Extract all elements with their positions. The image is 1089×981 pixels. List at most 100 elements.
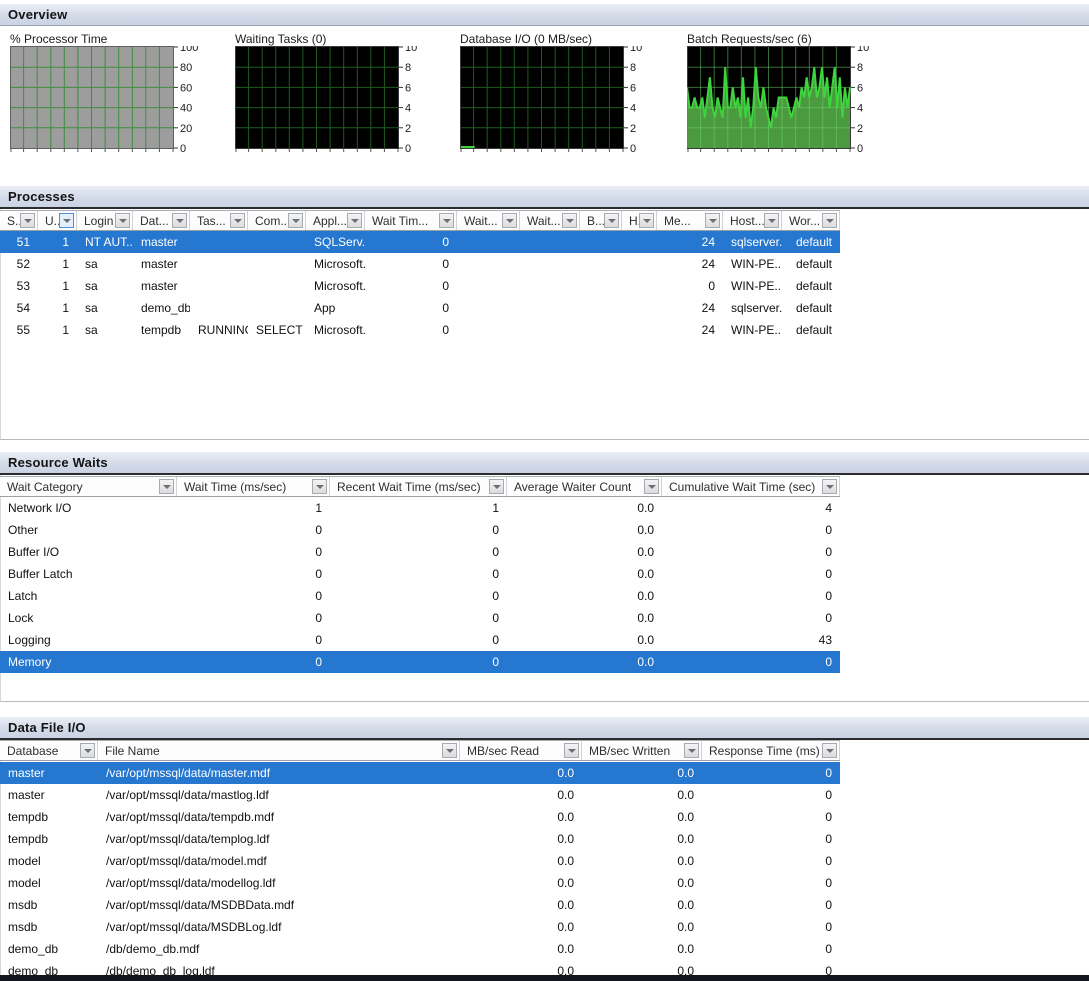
filter-button[interactable]	[288, 213, 303, 228]
table-row[interactable]: Memory000.00	[0, 651, 840, 673]
chevron-down-icon	[176, 219, 184, 223]
table-row[interactable]: master/var/opt/mssql/data/master.mdf0.00…	[0, 762, 840, 784]
filter-button[interactable]	[442, 743, 457, 758]
filter-button[interactable]	[639, 213, 654, 228]
filter-button[interactable]	[347, 213, 362, 228]
section-header-resource-waits[interactable]: Resource Waits	[0, 452, 1089, 475]
filter-button[interactable]	[489, 479, 504, 494]
filter-button[interactable]	[59, 213, 74, 228]
column-header[interactable]: Cumulative Wait Time (sec)	[662, 477, 840, 496]
column-header[interactable]: Tas...	[190, 211, 248, 230]
column-header-label: Cumulative Wait Time (sec)	[669, 480, 815, 494]
table-row[interactable]: 511NT AUT...masterSQLServ...024sqlserver…	[0, 231, 840, 253]
table-cell: 0	[330, 607, 507, 629]
table-row[interactable]: Other000.00	[0, 519, 840, 541]
filter-button[interactable]	[684, 743, 699, 758]
filter-button[interactable]	[20, 213, 35, 228]
table-cell	[622, 275, 657, 297]
filter-button[interactable]	[644, 479, 659, 494]
column-header[interactable]: U..	[38, 211, 77, 230]
table-row[interactable]: msdb/var/opt/mssql/data/MSDBData.mdf0.00…	[0, 894, 840, 916]
filter-button[interactable]	[564, 743, 579, 758]
filter-button[interactable]	[230, 213, 245, 228]
table-cell: WIN-PE...	[723, 319, 782, 341]
column-header-label: Average Waiter Count	[514, 480, 631, 494]
filter-button[interactable]	[562, 213, 577, 228]
svg-text:0: 0	[857, 143, 863, 155]
table-cell: 4	[662, 497, 840, 519]
column-header[interactable]: Wait...	[457, 211, 520, 230]
table-row[interactable]: Lock000.00	[0, 607, 840, 629]
resource-waits-table: Network I/O110.04Other000.00Buffer I/O00…	[0, 497, 840, 673]
filter-button[interactable]	[822, 213, 837, 228]
table-row[interactable]: Latch000.00	[0, 585, 840, 607]
filter-button[interactable]	[312, 479, 327, 494]
filter-button[interactable]	[159, 479, 174, 494]
column-header[interactable]: Wait Category	[0, 477, 177, 496]
column-header[interactable]: H..	[622, 211, 657, 230]
table-row[interactable]: master/var/opt/mssql/data/mastlog.ldf0.0…	[0, 784, 840, 806]
column-header[interactable]: Me...	[657, 211, 723, 230]
column-header[interactable]: Dat...	[133, 211, 190, 230]
column-header[interactable]: Appl...	[306, 211, 365, 230]
table-row[interactable]: Network I/O110.04	[0, 497, 840, 519]
filter-button[interactable]	[172, 213, 187, 228]
filter-button[interactable]	[705, 213, 720, 228]
filter-button[interactable]	[764, 213, 779, 228]
section-header-processes[interactable]: Processes	[0, 186, 1089, 209]
filter-button[interactable]	[439, 213, 454, 228]
table-row[interactable]: 531samasterMicrosoft...00WIN-PE...defaul…	[0, 275, 840, 297]
column-header[interactable]: Host...	[723, 211, 782, 230]
filter-button[interactable]	[822, 743, 837, 758]
column-header[interactable]: Database	[0, 741, 98, 760]
table-cell: 0.0	[507, 651, 662, 673]
column-header[interactable]: Wait...	[520, 211, 580, 230]
filter-button[interactable]	[822, 479, 837, 494]
table-row[interactable]: Buffer I/O000.00	[0, 541, 840, 563]
section-header-overview[interactable]: Overview	[0, 4, 1089, 26]
table-row[interactable]: msdb/var/opt/mssql/data/MSDBLog.ldf0.00.…	[0, 916, 840, 938]
column-header[interactable]: Wor...	[782, 211, 840, 230]
table-row[interactable]: 521samasterMicrosoft...024WIN-PE...defau…	[0, 253, 840, 275]
table-row[interactable]: demo_db/db/demo_db.mdf0.00.00	[0, 938, 840, 960]
table-cell: WIN-PE...	[723, 275, 782, 297]
column-header[interactable]: MB/sec Read	[460, 741, 582, 760]
table-row[interactable]: tempdb/var/opt/mssql/data/tempdb.mdf0.00…	[0, 806, 840, 828]
svg-text:2: 2	[405, 123, 411, 135]
table-row[interactable]: model/var/opt/mssql/data/modellog.ldf0.0…	[0, 872, 840, 894]
filter-button[interactable]	[80, 743, 95, 758]
table-cell: 0	[330, 563, 507, 585]
column-header[interactable]: Response Time (ms)	[702, 741, 840, 760]
processes-table: 511NT AUT...masterSQLServ...024sqlserver…	[0, 231, 840, 341]
chevron-down-icon	[119, 219, 127, 223]
table-cell: 0.0	[460, 850, 582, 872]
table-cell: 0.0	[460, 828, 582, 850]
table-cell: Microsoft...	[306, 253, 365, 275]
filter-button[interactable]	[604, 213, 619, 228]
column-header[interactable]: Login	[77, 211, 133, 230]
filter-button[interactable]	[115, 213, 130, 228]
filter-button[interactable]	[502, 213, 517, 228]
table-row[interactable]: model/var/opt/mssql/data/model.mdf0.00.0…	[0, 850, 840, 872]
column-header[interactable]: Wait Tim...	[365, 211, 457, 230]
column-header[interactable]: Wait Time (ms/sec)	[177, 477, 330, 496]
table-row[interactable]: 551satempdbRUNNINGSELECTMicrosoft...024W…	[0, 319, 840, 341]
table-row[interactable]: Buffer Latch000.00	[0, 563, 840, 585]
table-row[interactable]: 541sademo_dbApp024sqlserver...default	[0, 297, 840, 319]
column-header-label: Appl...	[313, 214, 347, 228]
column-header[interactable]: B...	[580, 211, 622, 230]
activity-monitor: Overview % Processor Time100806040200 Wa…	[0, 0, 1089, 981]
column-header[interactable]: File Name	[98, 741, 460, 760]
column-header[interactable]: Recent Wait Time (ms/sec)	[330, 477, 507, 496]
column-header[interactable]: S..	[0, 211, 38, 230]
table-cell	[457, 319, 520, 341]
column-header[interactable]: Com...	[248, 211, 306, 230]
table-row[interactable]: Logging000.043	[0, 629, 840, 651]
table-cell: 0.0	[507, 497, 662, 519]
table-cell: Latch	[0, 585, 177, 607]
table-row[interactable]: tempdb/var/opt/mssql/data/templog.ldf0.0…	[0, 828, 840, 850]
chart-plot: 100806040200	[10, 46, 215, 158]
section-header-data-file-io[interactable]: Data File I/O	[0, 717, 1089, 740]
column-header[interactable]: MB/sec Written	[582, 741, 702, 760]
column-header[interactable]: Average Waiter Count	[507, 477, 662, 496]
